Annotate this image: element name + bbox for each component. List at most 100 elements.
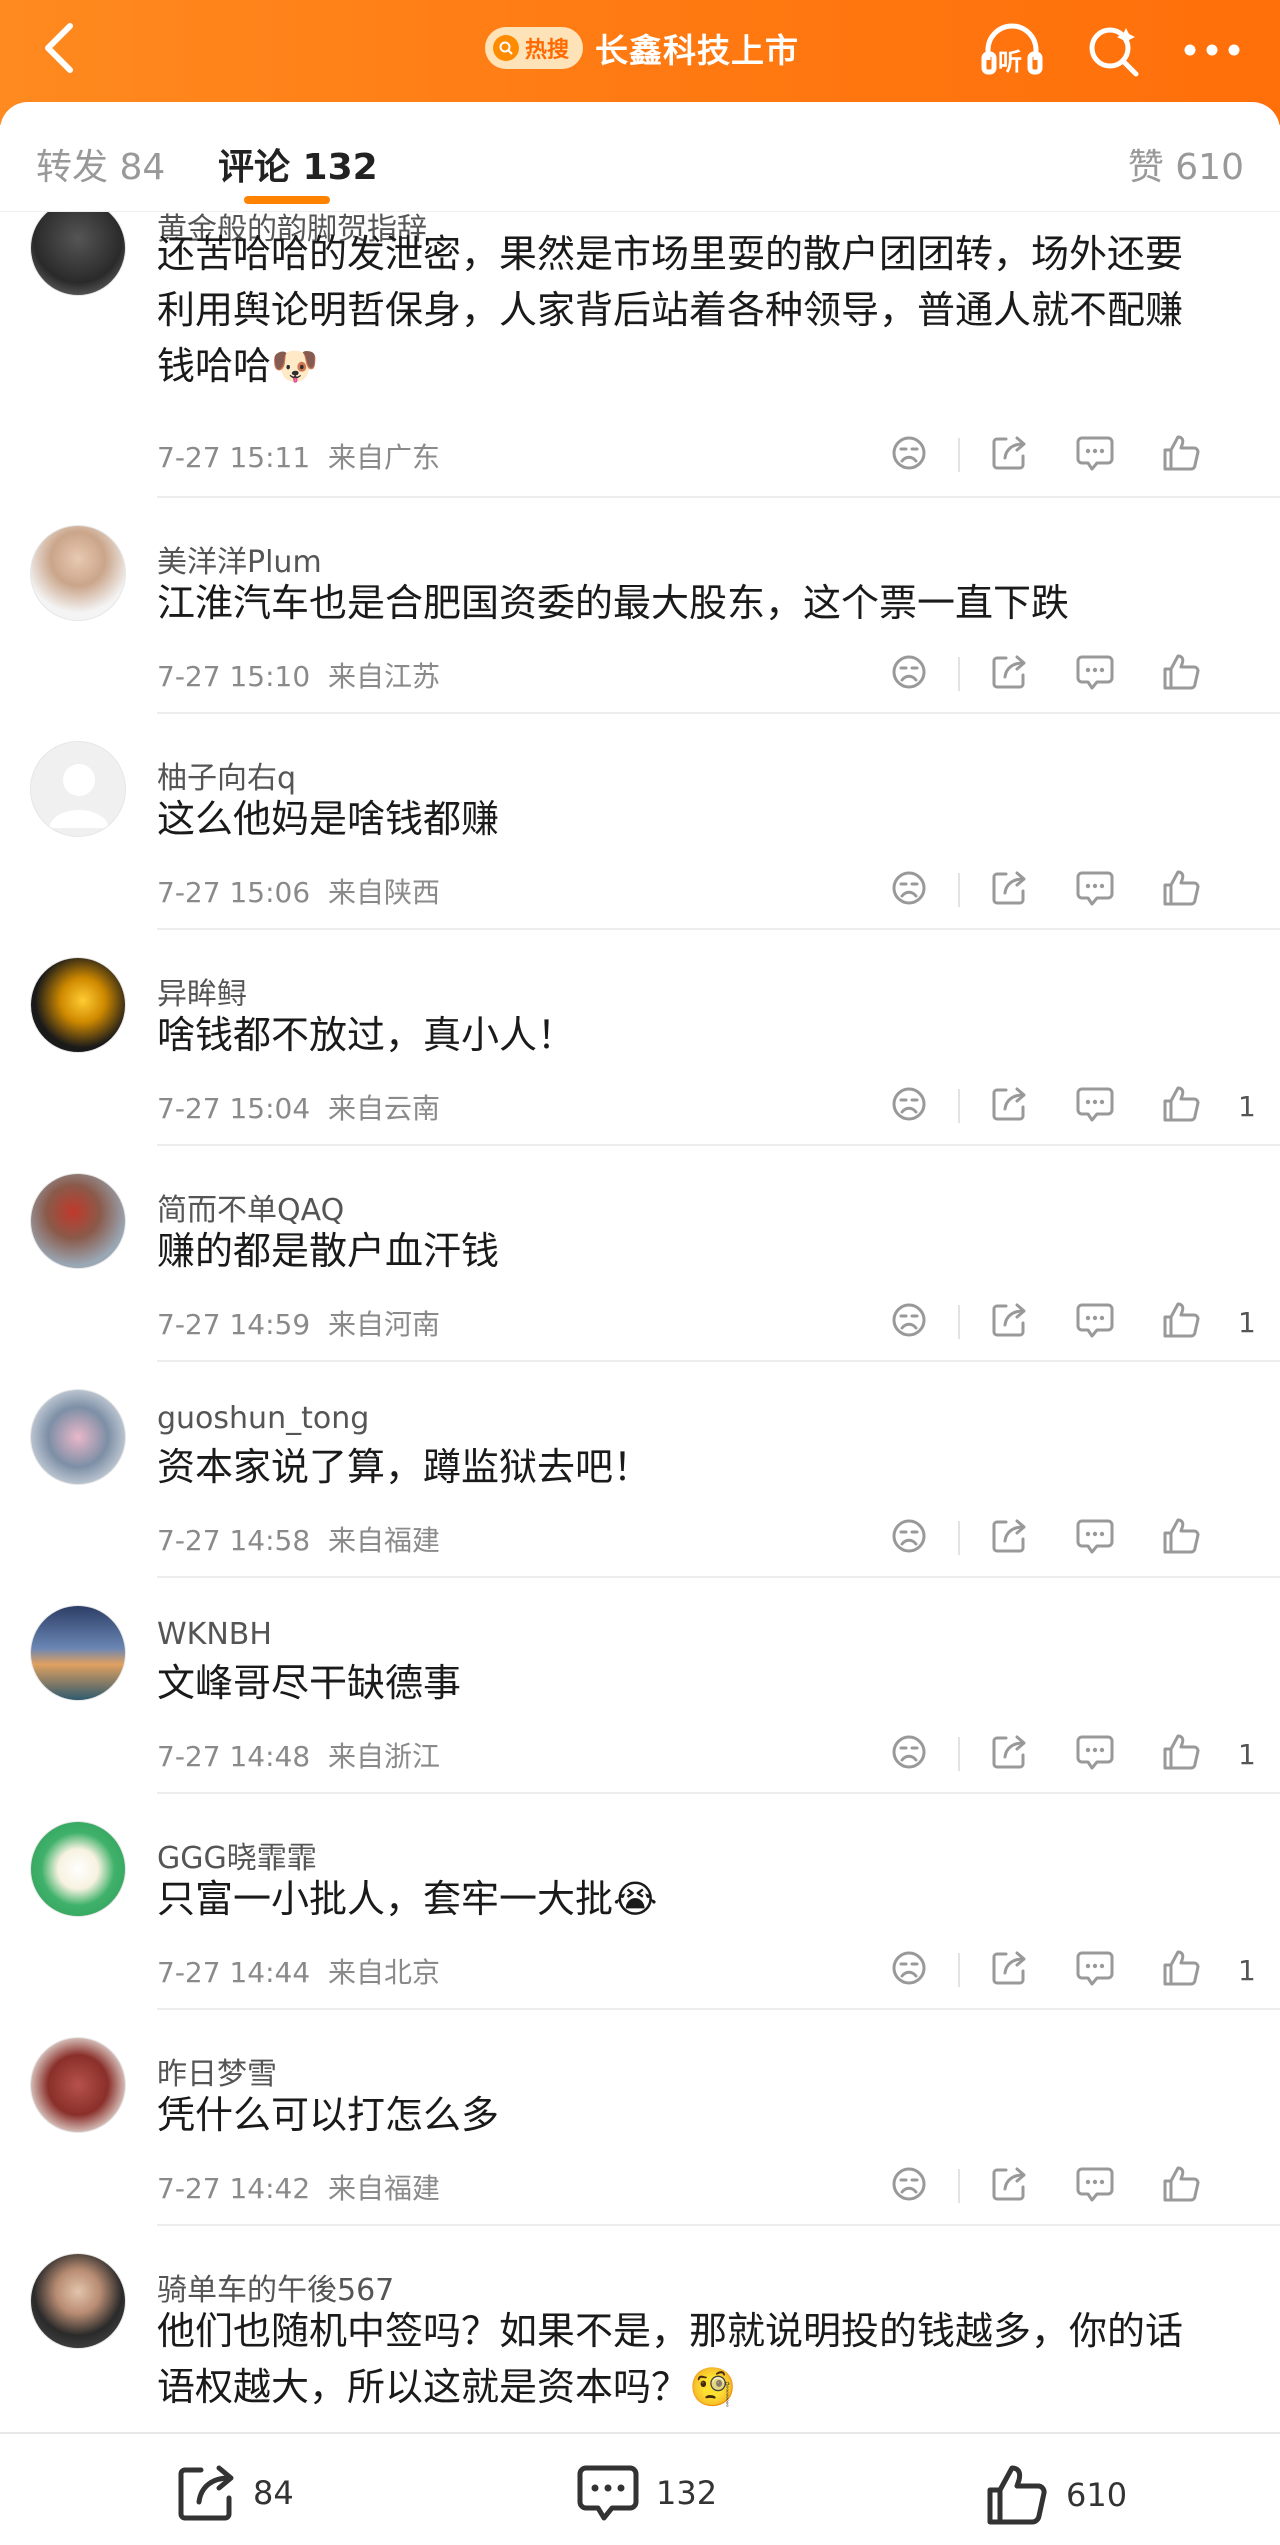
like-count: 610 bbox=[1066, 2476, 1128, 2514]
share-icon bbox=[990, 2165, 1028, 2207]
dislike-button[interactable] bbox=[866, 1081, 952, 1131]
reply-button[interactable] bbox=[1052, 649, 1138, 699]
search-button[interactable] bbox=[1082, 18, 1146, 82]
more-button[interactable] bbox=[1180, 18, 1244, 82]
divider bbox=[157, 1144, 1280, 1146]
comment-location: 来自广东 bbox=[327, 441, 440, 474]
comment-username[interactable]: guoshun_tong bbox=[157, 1401, 369, 1436]
comment-share-button[interactable] bbox=[966, 1729, 1052, 1779]
comment-icon bbox=[1075, 434, 1115, 476]
tab-likes[interactable]: 赞 610 bbox=[1128, 138, 1244, 190]
comment-time: 7-27 14:48 bbox=[157, 1740, 311, 1773]
listen-button[interactable]: 听 bbox=[980, 18, 1044, 82]
avatar[interactable] bbox=[30, 741, 126, 837]
divider bbox=[157, 1576, 1280, 1578]
comment-share-button[interactable] bbox=[966, 1513, 1052, 1563]
default-avatar-icon bbox=[49, 764, 109, 828]
comment-count: 132 bbox=[656, 2474, 718, 2512]
comment-share-button[interactable] bbox=[966, 430, 1052, 480]
thumbs-up-icon bbox=[1161, 433, 1201, 477]
avatar[interactable] bbox=[30, 957, 126, 1053]
dislike-button[interactable] bbox=[866, 1729, 952, 1779]
avatar[interactable] bbox=[30, 525, 126, 621]
comment-location: 来自云南 bbox=[327, 1092, 440, 1125]
repost-button[interactable]: 84 bbox=[175, 2462, 294, 2524]
comment-meta: 7-27 14:58 来自福建 bbox=[157, 1519, 440, 1559]
comment-list[interactable]: 黄金般的韵脚贺指辞 还苦哈哈的发泄密，果然是市场里耍的散户团团转，场外还要 利用… bbox=[0, 212, 1280, 2432]
comment-actions: 1 bbox=[866, 1081, 1256, 1131]
comment-icon bbox=[1075, 1085, 1115, 1127]
dislike-button[interactable] bbox=[866, 649, 952, 699]
comment-like-button[interactable] bbox=[1138, 1729, 1224, 1779]
thumbs-up-icon bbox=[1161, 2164, 1201, 2208]
avatar[interactable] bbox=[30, 1173, 126, 1269]
comment-actions bbox=[866, 649, 1250, 699]
action-separator bbox=[958, 1953, 960, 1987]
comment-like-button[interactable] bbox=[1138, 649, 1224, 699]
comment-text-line: 钱哈哈🐶 bbox=[157, 344, 319, 388]
comment-meta: 7-27 14:42 来自福建 bbox=[157, 2167, 440, 2207]
tab-comments[interactable]: 评论 132 bbox=[218, 138, 378, 190]
comment-text-line: 这么他妈是啥钱都赚 bbox=[157, 797, 500, 841]
reply-button[interactable] bbox=[1052, 1729, 1138, 1779]
reply-button[interactable] bbox=[1052, 2161, 1138, 2211]
comment-like-button[interactable] bbox=[1138, 865, 1224, 915]
comment-share-button[interactable] bbox=[966, 865, 1052, 915]
dislike-button[interactable] bbox=[866, 1297, 952, 1347]
comment-button[interactable]: 132 bbox=[576, 2462, 717, 2524]
comment-actions: 1 bbox=[866, 1945, 1256, 1995]
reply-button[interactable] bbox=[1052, 1297, 1138, 1347]
share-icon bbox=[990, 869, 1028, 911]
reply-button[interactable] bbox=[1052, 865, 1138, 915]
comment-actions: 1 bbox=[866, 1297, 1256, 1347]
avatar[interactable] bbox=[30, 1389, 126, 1485]
comment-meta: 7-27 15:11 来自广东 bbox=[157, 436, 440, 476]
avatar[interactable] bbox=[30, 1605, 126, 1701]
reply-button[interactable] bbox=[1052, 1081, 1138, 1131]
share-icon bbox=[990, 1949, 1028, 1991]
comment-like-button[interactable] bbox=[1138, 1513, 1224, 1563]
reply-button[interactable] bbox=[1052, 1513, 1138, 1563]
avatar[interactable] bbox=[30, 2253, 126, 2349]
comment-like-button[interactable] bbox=[1138, 1945, 1224, 1995]
comment-like-button[interactable] bbox=[1138, 1297, 1224, 1347]
dislike-button[interactable] bbox=[866, 2161, 952, 2211]
tab-repost[interactable]: 转发 84 bbox=[36, 138, 165, 190]
avatar[interactable] bbox=[30, 1821, 126, 1917]
divider bbox=[157, 928, 1280, 930]
comment-username[interactable]: WKNBH bbox=[157, 1617, 272, 1652]
comment-text: 凭什么可以打怎么多 bbox=[157, 2087, 1257, 2143]
like-button[interactable]: 610 bbox=[984, 2462, 1127, 2528]
comment-time: 7-27 14:42 bbox=[157, 2172, 311, 2205]
comment-like-button[interactable] bbox=[1138, 430, 1224, 480]
avatar[interactable] bbox=[30, 212, 126, 296]
dislike-button[interactable] bbox=[866, 430, 952, 480]
share-icon bbox=[990, 434, 1028, 476]
search-small-icon bbox=[493, 35, 519, 61]
dislike-button[interactable] bbox=[866, 1513, 952, 1563]
comment-share-button[interactable] bbox=[966, 2161, 1052, 2211]
comment-location: 来自江苏 bbox=[327, 660, 440, 693]
header-topic[interactable]: 热搜 长鑫科技上市 bbox=[485, 18, 799, 78]
share-icon bbox=[990, 1301, 1028, 1343]
hot-search-badge[interactable]: 热搜 bbox=[485, 27, 584, 69]
comment-share-button[interactable] bbox=[966, 1081, 1052, 1131]
comment-location: 来自陕西 bbox=[327, 876, 440, 909]
comment-share-button[interactable] bbox=[966, 649, 1052, 699]
thumbs-up-icon bbox=[1161, 1516, 1201, 1560]
dislike-button[interactable] bbox=[866, 865, 952, 915]
back-button[interactable] bbox=[28, 18, 88, 78]
reply-button[interactable] bbox=[1052, 430, 1138, 480]
avatar[interactable] bbox=[30, 2037, 126, 2133]
dislike-button[interactable] bbox=[866, 1945, 952, 1995]
thumbs-up-icon bbox=[1161, 652, 1201, 696]
comment-like-button[interactable] bbox=[1138, 2161, 1224, 2211]
comment-share-button[interactable] bbox=[966, 1945, 1052, 1995]
action-separator bbox=[958, 873, 960, 907]
comment-like-count: 1 bbox=[1238, 1305, 1256, 1339]
divider bbox=[157, 2008, 1280, 2010]
reply-button[interactable] bbox=[1052, 1945, 1138, 1995]
comment-share-button[interactable] bbox=[966, 1297, 1052, 1347]
comment-like-button[interactable] bbox=[1138, 1081, 1224, 1131]
action-separator bbox=[958, 438, 960, 472]
